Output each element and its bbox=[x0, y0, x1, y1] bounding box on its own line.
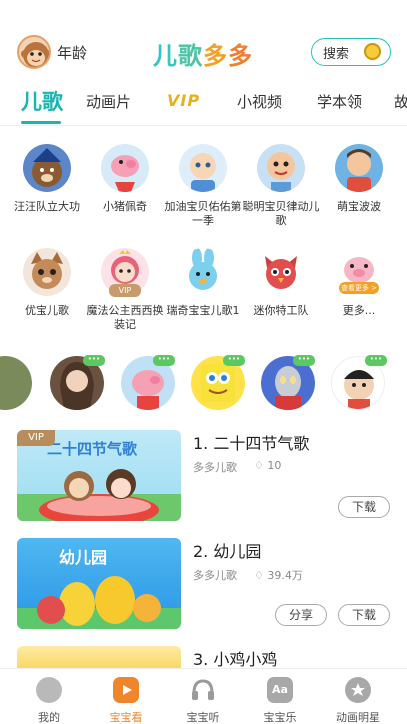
mengbao-bobo-icon bbox=[335, 144, 383, 192]
tab-erge[interactable]: 儿歌 bbox=[21, 86, 63, 116]
tab-xiaoshipin[interactable]: 小视频 bbox=[237, 91, 282, 112]
monkey-avatar-icon[interactable] bbox=[17, 35, 51, 69]
nav-stars[interactable]: 动画明星 bbox=[325, 677, 391, 724]
carousel-avatar[interactable] bbox=[0, 356, 32, 410]
youbao-cat-icon bbox=[23, 248, 71, 296]
star-carousel: ••• ••• ••• ••• ••• bbox=[0, 352, 407, 412]
pig-more-icon: 查看更多 > bbox=[335, 248, 383, 296]
nav-play[interactable]: Aa 宝宝乐 bbox=[247, 677, 313, 724]
thumbnail-title: 二十四节气歌 bbox=[47, 440, 138, 458]
like-count-value: 39.4万 bbox=[267, 569, 303, 582]
download-button[interactable]: 下载 bbox=[338, 604, 390, 626]
nav-label: 宝宝听 bbox=[186, 711, 220, 724]
series-tile[interactable]: 萌宝波波 bbox=[320, 144, 398, 214]
video-thumbnail[interactable]: 幼儿园 bbox=[17, 538, 181, 629]
headphones-icon bbox=[190, 677, 216, 703]
tab-vip[interactable]: VIP bbox=[167, 91, 200, 110]
header: 年龄 儿歌多多 搜索 bbox=[0, 0, 407, 82]
divider bbox=[0, 125, 407, 126]
series-label: 迷你特工队 bbox=[253, 304, 309, 317]
nav-listen[interactable]: 宝宝听 bbox=[170, 677, 236, 724]
series-label: 汪汪队立大功 bbox=[14, 200, 80, 213]
video-title[interactable]: 1. 二十四节气歌 bbox=[193, 430, 309, 454]
aa-learning-icon: Aa bbox=[267, 677, 293, 703]
search-icon bbox=[364, 43, 381, 60]
vip-badge: VIP bbox=[17, 430, 55, 446]
series-label: 更多... bbox=[342, 304, 376, 317]
series-tile[interactable]: 瑞奇宝宝儿歌1 bbox=[164, 248, 242, 318]
chat-bubble-icon: ••• bbox=[365, 355, 387, 366]
video-source: 多多儿歌 bbox=[193, 461, 237, 474]
nav-label: 宝宝乐 bbox=[263, 711, 297, 724]
princess-icon: VIP bbox=[101, 248, 149, 297]
series-tile[interactable]: 加油宝贝佑佑第一季 bbox=[164, 144, 242, 228]
search-button[interactable]: 搜索 bbox=[311, 38, 391, 66]
view-more-badge: 查看更多 > bbox=[339, 282, 379, 294]
nav-mine[interactable]: 我的 bbox=[16, 677, 82, 724]
app-logo: 儿歌多多 bbox=[153, 36, 253, 71]
series-tile[interactable]: 汪汪队立大功 bbox=[8, 144, 86, 214]
search-label: 搜索 bbox=[323, 46, 350, 62]
logo-char: 歌 bbox=[178, 42, 203, 70]
bottom-navigation: 我的 宝宝看 宝宝听 Aa 宝宝乐 动画明星 bbox=[0, 668, 407, 724]
series-label: 萌宝波波 bbox=[337, 200, 381, 213]
series-label: 小猪佩奇 bbox=[103, 200, 147, 213]
like-icon: ♢ bbox=[254, 459, 264, 472]
series-tile[interactable]: 迷你特工队 bbox=[242, 248, 320, 318]
logo-char: 儿 bbox=[153, 42, 178, 70]
logo-char: 多 bbox=[203, 42, 228, 70]
mini-agent-bird-icon bbox=[257, 248, 305, 296]
more-series-tile[interactable]: 查看更多 > 更多... bbox=[320, 248, 398, 318]
series-tile[interactable]: 聪明宝贝律动儿歌 bbox=[242, 144, 320, 228]
paw-patrol-icon bbox=[23, 144, 71, 192]
video-thumbnail[interactable] bbox=[17, 646, 181, 668]
video-source: 多多儿歌 bbox=[193, 569, 237, 582]
chat-bubble-icon: ••• bbox=[83, 355, 105, 366]
chat-bubble-icon: ••• bbox=[153, 355, 175, 366]
series-tile[interactable]: 优宝儿歌 bbox=[8, 248, 86, 318]
active-tab-indicator bbox=[21, 121, 61, 124]
series-tile[interactable]: VIP 魔法公主西西换装记 bbox=[86, 248, 164, 332]
tab-donghuapian[interactable]: 动画片 bbox=[86, 91, 131, 112]
series-label: 优宝儿歌 bbox=[25, 304, 69, 317]
chat-bubble-icon: ••• bbox=[293, 355, 315, 366]
nav-watch[interactable]: 宝宝看 bbox=[93, 677, 159, 724]
video-title[interactable]: 3. 小鸡小鸡 bbox=[193, 646, 277, 670]
video-title[interactable]: 2. 幼儿园 bbox=[193, 538, 261, 562]
nav-label: 我的 bbox=[38, 711, 60, 724]
series-label: 聪明宝贝律动儿歌 bbox=[242, 200, 320, 227]
share-button[interactable]: 分享 bbox=[275, 604, 327, 626]
monkey-face-icon bbox=[36, 677, 62, 703]
series-label: 瑞奇宝宝儿歌1 bbox=[166, 304, 240, 317]
ricky-rabbit-icon bbox=[179, 248, 227, 296]
like-count: ♢ 10 bbox=[254, 459, 281, 472]
series-label: 加油宝贝佑佑第一季 bbox=[164, 200, 242, 227]
chat-bubble-icon: ••• bbox=[223, 355, 245, 366]
nav-label: 宝宝看 bbox=[109, 711, 143, 724]
app-screen: 年龄 儿歌多多 搜索 儿歌 动画片 VIP 小视频 学本领 故 汪汪队立大功 小… bbox=[0, 0, 407, 724]
logo-char: 多 bbox=[228, 42, 253, 70]
series-label: 魔法公主西西换装记 bbox=[86, 304, 164, 331]
age-selector[interactable]: 年龄 bbox=[57, 42, 87, 63]
nav-label: 动画明星 bbox=[336, 711, 380, 724]
like-count-value: 10 bbox=[267, 459, 282, 472]
like-count: ♢ 39.4万 bbox=[254, 567, 303, 583]
download-button[interactable]: 下载 bbox=[338, 496, 390, 518]
series-tile[interactable]: 小猪佩奇 bbox=[86, 144, 164, 214]
tv-icon bbox=[113, 677, 139, 703]
baby-youyou-icon bbox=[179, 144, 227, 192]
star-bear-icon bbox=[345, 677, 371, 703]
like-icon: ♢ bbox=[254, 569, 264, 582]
peppa-pig-icon bbox=[101, 144, 149, 192]
smart-baby-icon bbox=[257, 144, 305, 192]
category-tabs: 儿歌 动画片 VIP 小视频 学本领 故 bbox=[0, 85, 407, 123]
vip-badge: VIP bbox=[109, 284, 141, 297]
video-thumbnail[interactable]: 二十四节气歌 VIP bbox=[17, 430, 181, 521]
tab-more-cut[interactable]: 故 bbox=[394, 91, 407, 112]
tab-xuebenling[interactable]: 学本领 bbox=[317, 91, 362, 112]
thumbnail-title: 幼儿园 bbox=[59, 548, 108, 567]
